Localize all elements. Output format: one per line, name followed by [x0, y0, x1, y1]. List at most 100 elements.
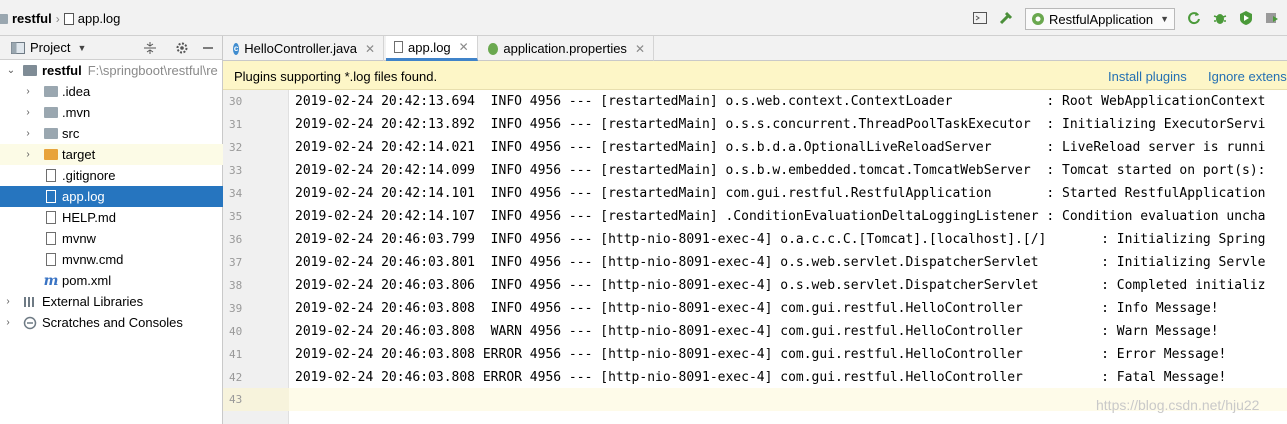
- ignore-extension-link[interactable]: Ignore extens: [1208, 69, 1287, 84]
- breadcrumb-project[interactable]: restful: [12, 11, 52, 26]
- folder-icon: [43, 106, 59, 120]
- close-icon[interactable]: ✕: [459, 40, 469, 54]
- tree-item-label: restful: [42, 63, 82, 78]
- tree-item-mvn[interactable]: › .mvn: [0, 102, 223, 123]
- chevron-right-icon[interactable]: ›: [3, 296, 13, 307]
- stop-icon[interactable]: [1264, 10, 1280, 26]
- chevron-right-icon[interactable]: ›: [23, 149, 33, 160]
- folder-icon: [43, 85, 59, 99]
- file-icon: [43, 169, 59, 183]
- folder-icon: [43, 127, 59, 141]
- project-panel-header: Project ▼: [0, 36, 222, 60]
- tree-item-label: mvnw.cmd: [62, 252, 124, 267]
- log-line: 2019-02-24 20:46:03.806 INFO 4956 --- [h…: [295, 278, 1266, 293]
- navigation-bar: restful › app.log RestfulApplication ▼: [0, 0, 1287, 36]
- hide-panel-icon[interactable]: [200, 40, 216, 56]
- file-icon: [43, 232, 59, 246]
- project-panel-title: Project: [30, 40, 71, 55]
- tree-item-external-libraries[interactable]: › External Libraries: [0, 291, 223, 312]
- tree-item-label: pom.xml: [62, 273, 112, 288]
- spring-properties-icon: [488, 42, 499, 55]
- tree-item-label: .mvn: [62, 105, 91, 120]
- line-number: 31: [229, 118, 243, 131]
- tree-item-restful[interactable]: ⌄ restful F:\springboot\restful\re: [0, 60, 223, 81]
- close-icon[interactable]: ✕: [635, 42, 645, 56]
- line-number: 38: [229, 279, 243, 292]
- tree-item-label: src: [62, 126, 80, 141]
- chevron-right-icon[interactable]: ›: [23, 128, 33, 139]
- editor-tabs: c HelloController.java ✕ app.log ✕ appli…: [223, 36, 1287, 61]
- build-icon[interactable]: [998, 10, 1014, 26]
- tree-item-mvnw[interactable]: mvnw: [0, 228, 223, 249]
- tree-item-mvnw-cmd[interactable]: mvnw.cmd: [0, 249, 223, 270]
- tree-item-label: app.log: [62, 189, 105, 204]
- tree-item-label: External Libraries: [42, 294, 144, 309]
- chevron-down-icon[interactable]: ⌄: [6, 65, 16, 76]
- file-icon: [43, 253, 59, 267]
- tree-item-help-md[interactable]: HELP.md: [0, 207, 223, 228]
- line-number: 36: [229, 233, 243, 246]
- run-configuration-label: RestfulApplication: [1049, 11, 1154, 27]
- tree-item-app-log[interactable]: app.log: [0, 186, 223, 207]
- log-line: 2019-02-24 20:42:13.892 INFO 4956 --- [r…: [295, 117, 1266, 132]
- maven-icon: m: [43, 272, 59, 289]
- chevron-right-icon[interactable]: ›: [3, 317, 13, 328]
- tree-item-pom-xml[interactable]: m pom.xml: [0, 270, 223, 291]
- chevron-right-icon[interactable]: ›: [23, 86, 33, 97]
- debug-icon[interactable]: [1212, 10, 1228, 26]
- line-number: 37: [229, 256, 243, 269]
- tree-item-label: target: [62, 147, 96, 162]
- log-line: 2019-02-24 20:46:03.808 INFO 4956 --- [h…: [295, 301, 1219, 316]
- chevron-down-icon: ▼: [77, 42, 87, 53]
- tree-item-scratches[interactable]: › Scratches and Consoles: [0, 312, 223, 333]
- scratches-icon: [22, 316, 38, 330]
- tree-item-label: HELP.md: [62, 210, 116, 225]
- log-line: 2019-02-24 20:42:14.099 INFO 4956 --- [r…: [295, 163, 1266, 178]
- log-line: 2019-02-24 20:46:03.808 WARN 4956 --- [h…: [295, 324, 1219, 339]
- plugin-suggestion-banner: Plugins supporting *.log files found. In…: [223, 61, 1287, 90]
- line-number: 30: [229, 95, 243, 108]
- file-icon: [63, 12, 74, 25]
- module-folder-icon: [22, 64, 38, 78]
- log-line: 2019-02-24 20:42:14.107 INFO 4956 --- [r…: [295, 209, 1266, 224]
- collapse-all-icon[interactable]: [142, 40, 158, 56]
- project-view-selector[interactable]: Project ▼: [11, 40, 86, 55]
- tree-item-src[interactable]: › src: [0, 123, 223, 144]
- watermark: https://blog.csdn.net/hju22: [1096, 397, 1260, 413]
- close-icon[interactable]: ✕: [365, 42, 375, 56]
- coverage-icon[interactable]: [1238, 10, 1254, 26]
- tree-item-gitignore[interactable]: .gitignore: [0, 165, 223, 186]
- tree-item-idea[interactable]: › .idea: [0, 81, 223, 102]
- tree-item-label: Scratches and Consoles: [42, 315, 183, 330]
- spring-boot-icon: [1032, 13, 1044, 25]
- line-number: 34: [229, 187, 243, 200]
- libraries-icon: [22, 295, 38, 309]
- install-plugins-link[interactable]: Install plugins: [1108, 69, 1187, 84]
- project-panel: Project ▼ ⌄ restful F:\springboot\restful…: [0, 36, 223, 424]
- log-line: 2019-02-24 20:46:03.799 INFO 4956 --- [h…: [295, 232, 1266, 247]
- line-number: 32: [229, 141, 243, 154]
- chevron-right-icon[interactable]: ›: [23, 107, 33, 118]
- log-file-icon: [394, 41, 403, 53]
- tab-hello-controller[interactable]: c HelloController.java ✕: [225, 36, 384, 61]
- tab-label: HelloController.java: [244, 41, 357, 56]
- log-line: 2019-02-24 20:46:03.808 ERROR 4956 --- […: [295, 370, 1227, 385]
- log-line: 2019-02-24 20:46:03.801 INFO 4956 --- [h…: [295, 255, 1266, 270]
- file-icon: [43, 190, 59, 204]
- tab-app-log[interactable]: app.log ✕: [386, 36, 478, 61]
- breadcrumb-file[interactable]: app.log: [78, 11, 121, 26]
- tree-item-target[interactable]: › target: [0, 144, 223, 165]
- tab-application-properties[interactable]: application.properties ✕: [480, 36, 654, 61]
- folder-excluded-icon: [43, 148, 59, 162]
- settings-gear-icon[interactable]: [174, 40, 190, 56]
- tree-item-label: .gitignore: [62, 168, 116, 183]
- terminal-icon[interactable]: [972, 10, 988, 26]
- tab-label: app.log: [408, 39, 451, 55]
- line-number: 42: [229, 371, 243, 384]
- log-editor[interactable]: 30 2019-02-24 20:42:13.694 INFO 4956 ---…: [223, 90, 1287, 424]
- java-class-icon: c: [233, 42, 240, 55]
- rerun-icon[interactable]: [1186, 10, 1202, 26]
- run-configuration-select[interactable]: RestfulApplication ▼: [1025, 8, 1175, 30]
- folder-icon: [0, 13, 8, 24]
- banner-message: Plugins supporting *.log files found.: [234, 69, 438, 84]
